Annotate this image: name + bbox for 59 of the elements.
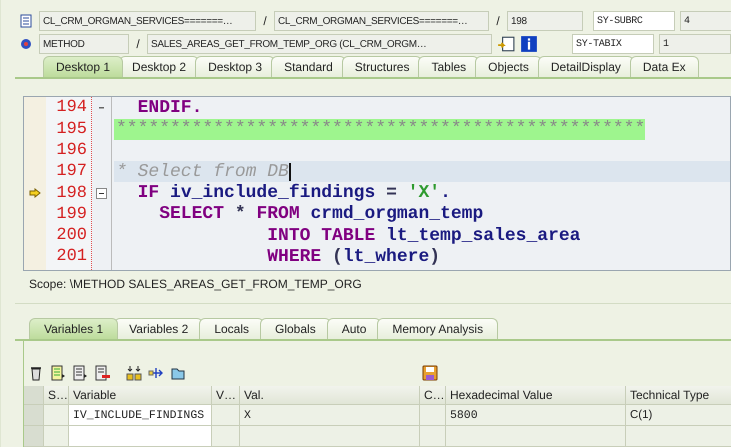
location-field: CL_CRM_ORGMAN_SERVICES=======…: [274, 10, 489, 31]
path-separator: /: [495, 14, 501, 28]
save-icon[interactable]: [422, 365, 438, 381]
arrows-down-icon[interactable]: [126, 365, 142, 381]
column-header[interactable]: C…: [420, 386, 446, 405]
system-field-name: SY-TABIX: [572, 34, 654, 54]
column-header[interactable]: V…: [212, 386, 240, 405]
system-field-value: 4: [680, 10, 731, 31]
line-number: 196: [55, 140, 88, 160]
line-number: 197: [55, 162, 88, 182]
desktop-tab[interactable]: Standard: [271, 56, 346, 78]
document-arrow-icon[interactable]: [497, 34, 515, 53]
variables-tab[interactable]: Variables 1: [29, 318, 118, 339]
line-number: 199: [55, 204, 88, 224]
variables-tab[interactable]: Globals: [260, 318, 331, 339]
desktop-tab[interactable]: Tables: [418, 56, 480, 78]
path-separator: /: [135, 36, 141, 51]
code-text: * Select from DB: [116, 162, 289, 182]
line-number: 200: [55, 226, 88, 246]
desktop-tab[interactable]: Desktop 1: [43, 56, 124, 78]
collapse-icon[interactable]: [96, 188, 107, 199]
table-cell: X: [240, 405, 420, 426]
column-header[interactable]: Hexadecimal Value: [446, 386, 626, 405]
table-cell: IV_INCLUDE_FINDINGS: [69, 405, 212, 426]
code-text: *************************************************: [116, 119, 646, 140]
list-arrow-icon[interactable]: [50, 365, 66, 381]
trash-icon[interactable]: [28, 365, 44, 381]
document-icon[interactable]: [18, 12, 34, 29]
list-remove-icon[interactable]: [94, 365, 110, 381]
system-field-name: SY-SUBRC: [593, 10, 675, 31]
line-number: 198: [55, 184, 88, 203]
column-header[interactable]: Technical Type: [626, 386, 731, 405]
path-separator: /: [262, 14, 268, 28]
variables-tab[interactable]: Memory Analysis: [377, 318, 498, 339]
scope-label: Scope: \METHOD SALES_AREAS_GET_FROM_TEMP_ORG: [29, 277, 362, 292]
desktop-tab[interactable]: Data Ex: [630, 56, 699, 78]
column-header[interactable]: S…: [44, 386, 69, 405]
location-field: METHOD: [39, 34, 129, 54]
column-header[interactable]: Variable: [69, 386, 212, 405]
line-number: 194: [55, 98, 88, 118]
code-text: INTO TABLE lt_temp_sales_area: [266, 226, 580, 246]
code-text: ENDIF.: [136, 98, 202, 118]
code-text: SELECT * FROM crmd_orgman_temp: [158, 204, 484, 224]
line-number: 195: [55, 120, 88, 139]
list-icon[interactable]: [72, 365, 88, 381]
location-field: SALES_AREAS_GET_FROM_TEMP_ORG (CL_CRM_ORGM…: [147, 34, 492, 54]
column-header[interactable]: Val.: [240, 386, 420, 405]
table-cell: 5800: [446, 405, 626, 426]
system-field-value: 1: [659, 34, 731, 54]
code-text: WHERE (lt_where): [266, 246, 440, 267]
desktop-tab[interactable]: Objects: [475, 56, 542, 78]
desktop-tab[interactable]: DetailDisplay: [538, 56, 634, 78]
info-icon[interactable]: [520, 34, 538, 53]
location-field: CL_CRM_ORGMAN_SERVICES=======…: [39, 10, 256, 31]
code-text: IF iv_include_findings = 'X'.: [136, 183, 451, 204]
variables-tab[interactable]: Locals: [199, 318, 264, 339]
line-number: 201: [55, 247, 88, 266]
text-cursor: [288, 162, 291, 181]
location-field: 198: [507, 10, 583, 31]
